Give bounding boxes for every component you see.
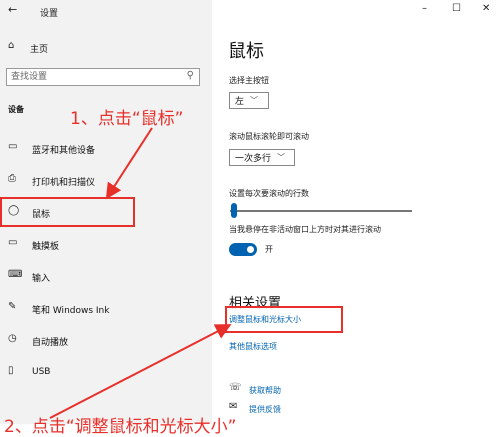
arrow-to-cursor-size	[49, 324, 232, 419]
arrow-to-mouse	[105, 127, 153, 200]
annotation-step2: 2、点击“调整鼠标和光标大小”	[4, 417, 237, 437]
annotation-arrows	[49, 127, 232, 419]
annotation-step1: 1、点击“鼠标”	[70, 109, 184, 129]
